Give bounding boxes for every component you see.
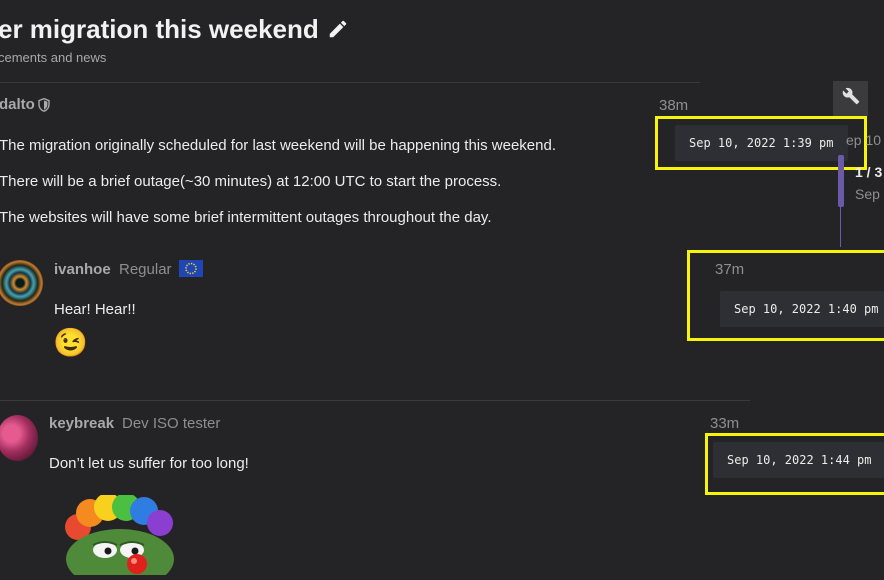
post-paragraph: Hear! Hear!!: [54, 301, 136, 318]
post-username[interactable]: ivanhoe: [54, 261, 111, 278]
timeline-start-date[interactable]: ep 10: [846, 132, 881, 148]
highlight-box: [705, 433, 884, 495]
topic-title-text: er migration this weekend: [0, 14, 319, 44]
timeline-handle[interactable]: [838, 155, 844, 207]
admin-tools-button[interactable]: [833, 81, 868, 116]
highlight-box: [655, 116, 867, 170]
post-divider: [0, 400, 750, 401]
shield-icon: [38, 97, 50, 117]
wink-emoji: 😉: [53, 327, 88, 358]
header-divider: [0, 82, 700, 83]
topic-title: er migration this weekend: [0, 14, 349, 47]
timeline-current-date: Sep: [855, 186, 880, 202]
user-title: Regular: [119, 261, 172, 278]
user-title: Dev ISO tester: [122, 415, 221, 432]
avatar[interactable]: [0, 260, 43, 306]
post-relative-time[interactable]: 38m: [659, 97, 688, 114]
post-paragraph: The migration originally scheduled for l…: [0, 137, 556, 154]
post-paragraph: Don’t let us suffer for too long!: [49, 455, 249, 472]
post-relative-time[interactable]: 33m: [710, 415, 739, 432]
eu-flag-icon: [179, 260, 203, 277]
wrench-icon: [842, 87, 860, 110]
highlight-box: [687, 250, 884, 341]
clown-pepe-image: [60, 493, 180, 580]
category-link[interactable]: cements and news: [0, 50, 106, 65]
timeline-position: 1 / 3: [855, 164, 883, 180]
pencil-icon[interactable]: [327, 16, 349, 47]
post-username[interactable]: keybreak: [49, 415, 114, 432]
post-paragraph: The websites will have some brief interm…: [0, 209, 492, 226]
post-username[interactable]: dalto: [0, 96, 35, 113]
avatar[interactable]: [0, 415, 38, 461]
post-paragraph: There will be a brief outage(~30 minutes…: [0, 173, 502, 190]
